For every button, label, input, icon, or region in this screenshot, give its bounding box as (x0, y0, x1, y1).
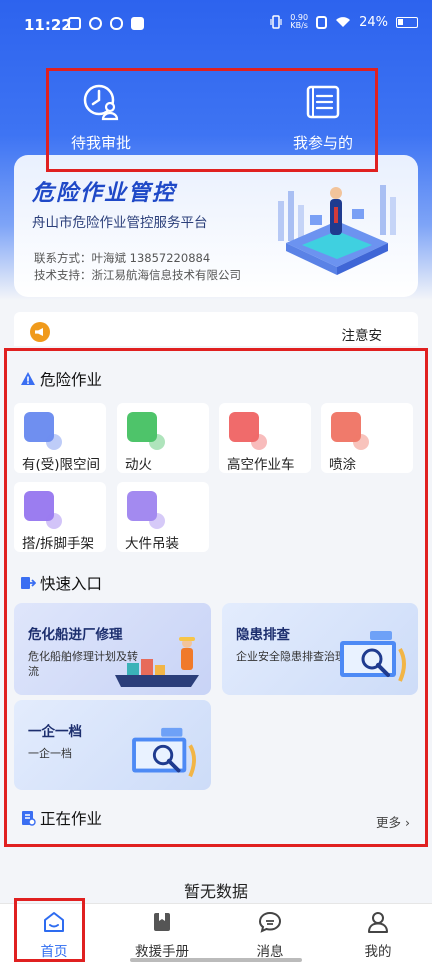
empty-state: 暂无数据 (183, 882, 248, 901)
danger-section-label: 危险作业 (40, 371, 103, 389)
banner-support: 技术支持：浙江易航海信息技术有限公司 (34, 268, 241, 282)
chat-icon (258, 911, 282, 933)
user-icon (368, 912, 388, 933)
tile-label: 喷涂 (329, 457, 356, 473)
document-icon (22, 811, 36, 826)
ship-illustration (115, 637, 199, 687)
link-icon (110, 17, 123, 30)
more-label: 更多 (376, 815, 402, 830)
ongoing-section-title: 正在作业 (20, 807, 102, 829)
notice-bar[interactable]: 注意安 (14, 312, 418, 346)
battery-icon (396, 16, 418, 28)
tab-label: 救援手册 (135, 944, 189, 960)
card-hazard-check[interactable]: 隐患排查 企业安全隐患排查治理 (222, 603, 418, 695)
tile-label: 大件吊装 (125, 536, 179, 552)
app-notification-icon (89, 17, 102, 30)
app-badge-icon (131, 17, 144, 30)
tab-label: 我的 (364, 944, 392, 960)
banner-subtitle: 舟山市危险作业管控服务平台 (32, 215, 208, 231)
tile-confined-space[interactable]: 有(受)限空间 (14, 403, 106, 473)
bottom-tab-bar: 首页 救援手册 消息 我的 (0, 903, 432, 964)
search-illustration (132, 727, 196, 778)
danger-section-title: 危险作业 (20, 368, 102, 390)
tile-label: 高空作业车 (227, 457, 295, 473)
tab-rescue-manual[interactable]: 救援手册 (108, 904, 216, 964)
card-title: 危化船进厂修理 (28, 627, 123, 643)
tile-spraying[interactable]: 喷涂 (321, 403, 413, 473)
tab-label: 消息 (256, 944, 284, 960)
card-title: 隐患排查 (236, 627, 290, 643)
tile-label: 有(受)限空间 (22, 457, 101, 473)
fire-icon (127, 412, 165, 450)
status-time: 11:22 (24, 16, 72, 34)
more-link[interactable]: 更多 › (376, 812, 410, 831)
sim-icon (316, 15, 328, 29)
tile-hot-work[interactable]: 动火 (117, 403, 209, 473)
quick-section-label: 快速入口 (40, 575, 103, 593)
tile-scaffolding[interactable]: 搭/拆脚手架 (14, 482, 106, 552)
pending-approval-label: 待我审批 (70, 134, 131, 152)
battery-percent: 24% (359, 14, 388, 30)
quick-section-title: 快速入口 (20, 572, 102, 594)
vibrate-icon (270, 15, 282, 29)
list-icon (306, 85, 340, 119)
book-icon (154, 913, 170, 931)
aerial-truck-icon (229, 412, 267, 450)
tab-home[interactable]: 首页 (0, 904, 108, 964)
banner-contact: 联系方式：叶海斌 13857220884 (34, 251, 211, 265)
spray-icon (331, 412, 369, 450)
status-right: 0.90 KB/s 24% (270, 14, 418, 30)
card-enterprise-file[interactable]: 一企一档 一企一档 (14, 700, 211, 790)
tile-label: 动火 (125, 457, 152, 473)
notice-text: 注意安 (341, 328, 383, 344)
tab-label: 首页 (40, 944, 68, 960)
home-icon (44, 912, 64, 932)
status-notification-icons (68, 17, 144, 30)
card-desc: 企业安全隐患排查治理 (236, 650, 346, 663)
entry-icon (21, 577, 36, 589)
crane-icon (127, 491, 165, 529)
net-speed-unit: KB/s (290, 21, 308, 30)
notification-icon (68, 17, 81, 30)
tab-messages[interactable]: 消息 (216, 904, 324, 964)
tab-mine[interactable]: 我的 (324, 904, 432, 964)
card-desc: 一企一档 (28, 747, 72, 760)
confined-space-icon (24, 412, 62, 450)
tile-heavy-lifting[interactable]: 大件吊装 (117, 482, 209, 552)
tile-aerial-work[interactable]: 高空作业车 (219, 403, 311, 473)
card-title: 一企一档 (28, 724, 82, 740)
home-indicator (130, 958, 302, 962)
banner-illustration (278, 185, 396, 275)
chevron-right-icon: › (405, 815, 410, 830)
platform-banner[interactable]: 危险作业管控 舟山市危险作业管控服务平台 联系方式：叶海斌 1385722088… (14, 155, 418, 297)
card-ship-repair[interactable]: 危化船进厂修理 危化船舶修理计划及转流 (14, 603, 211, 695)
wifi-icon (336, 17, 351, 27)
search-illustration (340, 631, 406, 682)
ongoing-section-label: 正在作业 (40, 810, 103, 828)
banner-title: 危险作业管控 (32, 181, 177, 206)
warning-icon (21, 372, 35, 385)
status-bar: 11:22 0.90 KB/s 24% (0, 0, 432, 50)
net-speed: 0.90 KB/s (290, 14, 308, 30)
scaffold-icon (24, 491, 62, 529)
approval-icon (83, 84, 119, 121)
tile-label: 搭/拆脚手架 (22, 536, 95, 552)
participated-label: 我参与的 (292, 134, 353, 152)
megaphone-icon (30, 322, 50, 342)
